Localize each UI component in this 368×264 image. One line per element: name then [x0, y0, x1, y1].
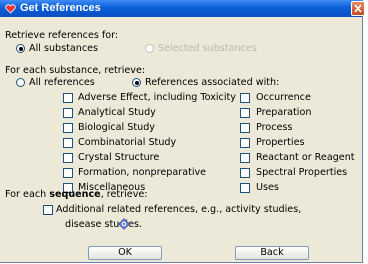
checkbox-additional-related[interactable] — [43, 205, 53, 215]
checkbox-additional-related-label-line2[interactable]: disease studies. — [65, 219, 142, 230]
ok-button[interactable]: OK — [88, 246, 162, 260]
checkbox-formation-nonpreparative-label[interactable]: Formation, nonpreparative — [78, 167, 206, 178]
checkbox-biological-study[interactable] — [63, 123, 73, 133]
radio-selected-substances-label: Selected substances — [158, 43, 257, 54]
checkbox-uses[interactable] — [240, 183, 250, 193]
radio-all-references[interactable] — [16, 78, 25, 87]
checkbox-uses-label[interactable]: Uses — [256, 182, 279, 193]
info-icon[interactable] — [118, 218, 130, 230]
checkbox-occurrence-label[interactable]: Occurrence — [256, 92, 311, 103]
per-sequence-label-bold: sequence — [49, 189, 101, 200]
get-references-dialog: Get References Retrieve references for: … — [0, 0, 365, 263]
checkbox-combinatorial-study[interactable] — [63, 138, 73, 148]
checkbox-analytical-study[interactable] — [63, 108, 73, 118]
app-icon — [5, 4, 16, 14]
back-button-label: Back — [260, 247, 284, 258]
radio-references-associated-label[interactable]: References associated with: — [145, 77, 279, 88]
checkbox-adverse-effect[interactable] — [63, 93, 73, 103]
checkbox-adverse-effect-label[interactable]: Adverse Effect, including Toxicity — [78, 92, 236, 103]
radio-all-substances[interactable] — [16, 44, 25, 53]
window-title: Get References — [20, 2, 101, 14]
close-icon — [354, 4, 362, 13]
checkbox-process[interactable] — [240, 123, 250, 133]
radio-selected-substances — [145, 44, 154, 53]
title-bar[interactable]: Get References — [0, 0, 362, 17]
checkbox-preparation-label[interactable]: Preparation — [256, 107, 311, 118]
checkbox-occurrence[interactable] — [240, 93, 250, 103]
checkbox-properties-label[interactable]: Properties — [256, 137, 304, 148]
per-sequence-label: For each sequence, retrieve: — [5, 189, 148, 200]
checkbox-analytical-study-label[interactable]: Analytical Study — [78, 107, 156, 118]
checkbox-properties[interactable] — [240, 138, 250, 148]
ok-button-label: OK — [118, 247, 132, 258]
checkbox-spectral-properties-label[interactable]: Spectral Properties — [256, 167, 347, 178]
checkbox-crystal-structure[interactable] — [63, 153, 73, 163]
radio-all-substances-label[interactable]: All substances — [29, 43, 98, 54]
per-sequence-label-suffix: , retrieve: — [100, 189, 148, 200]
checkbox-crystal-structure-label[interactable]: Crystal Structure — [78, 152, 159, 163]
checkbox-combinatorial-study-label[interactable]: Combinatorial Study — [78, 137, 176, 148]
checkbox-preparation[interactable] — [240, 108, 250, 118]
close-button[interactable] — [351, 1, 365, 16]
checkbox-formation-nonpreparative[interactable] — [63, 168, 73, 178]
checkbox-biological-study-label[interactable]: Biological Study — [78, 122, 155, 133]
checkbox-additional-related-label-line1[interactable]: Additional related references, e.g., act… — [56, 204, 301, 215]
radio-all-references-label[interactable]: All references — [29, 77, 95, 88]
per-substance-label: For each substance, retrieve: — [5, 65, 146, 76]
checkbox-process-label[interactable]: Process — [256, 122, 292, 133]
retrieve-for-label: Retrieve references for: — [5, 30, 119, 41]
back-button[interactable]: Back — [235, 246, 309, 260]
checkbox-reactant-reagent[interactable] — [240, 153, 250, 163]
per-sequence-label-prefix: For each — [5, 189, 50, 200]
checkbox-reactant-reagent-label[interactable]: Reactant or Reagent — [256, 152, 355, 163]
checkbox-spectral-properties[interactable] — [240, 168, 250, 178]
radio-references-associated[interactable] — [132, 78, 141, 87]
